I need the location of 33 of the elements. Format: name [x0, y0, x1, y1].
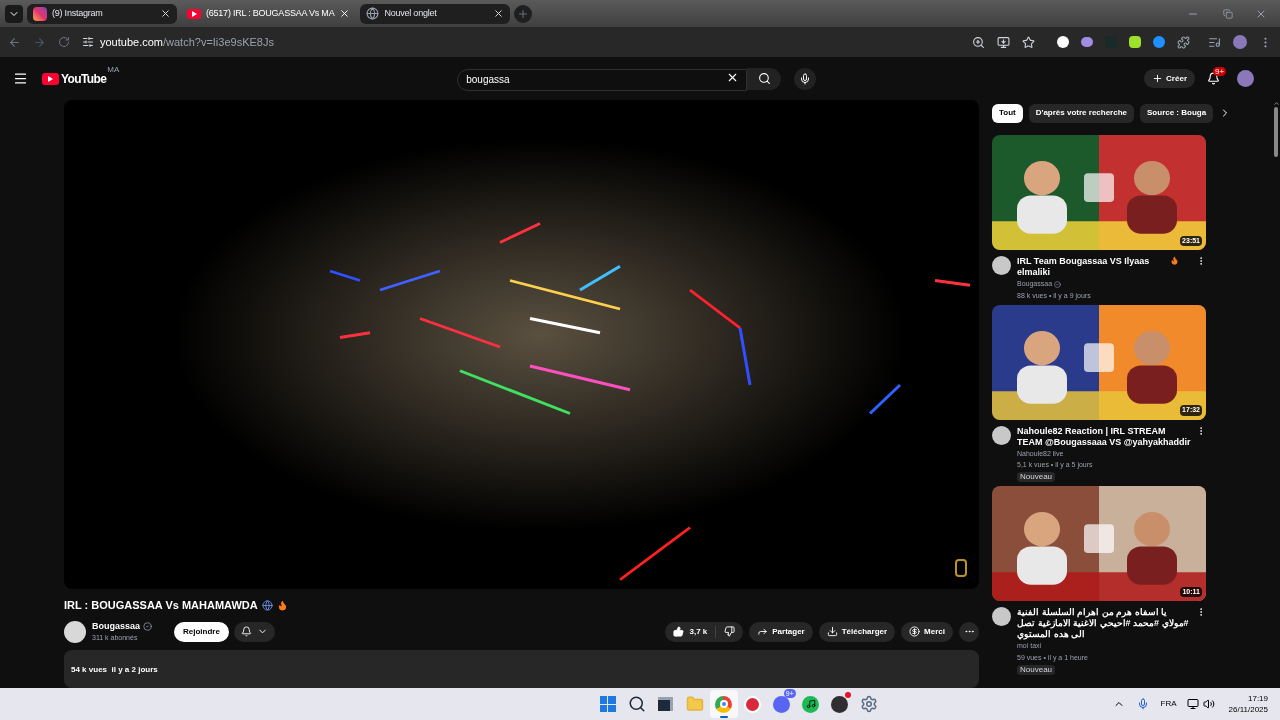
region-code: MA [107, 64, 120, 76]
view-count: 54 k vues il y a 2 jours [71, 664, 158, 674]
language-indicator[interactable]: FRA [1160, 698, 1177, 710]
video-title[interactable]: Nahoule82 Reaction | IRL STREAM TEAM @Bougassaaa VS @yahyakhaddir [1017, 425, 1193, 448]
action-button[interactable]: Télécharger [818, 621, 896, 642]
notification-badge: 9+ [1213, 67, 1227, 76]
video-title[interactable]: IRL Team Bougassaa VS Ilyaas elmaliki [1017, 256, 1167, 278]
tab-title: (9) Instagram [52, 6, 104, 20]
url-text[interactable]: youtube.com/watch?v=Ii3e9sKE8Js [100, 33, 274, 51]
search-field[interactable]: bougassa [457, 68, 748, 91]
tab-title: Nouvel onglet [384, 6, 438, 20]
date-text: 26/11/2025 [1228, 704, 1268, 715]
create-button[interactable]: Créer [1144, 69, 1195, 88]
filter-chip[interactable]: Tout [992, 103, 1023, 123]
new-badge: Nouveau [1017, 664, 1056, 675]
like-button[interactable]: 3,7 k [665, 625, 717, 638]
tab-title: (6517) IRL : BOUGASSAA Vs MA [206, 6, 335, 20]
browser-tab[interactable]: (9) Instagram [27, 3, 177, 24]
filter-chip[interactable]: Source : Bouga [1140, 103, 1214, 123]
time-text: 17:19 [1248, 693, 1268, 704]
video-title[interactable]: يا اسفاه هرم من اهرام السلسلة الفنية #مولاي #محمد #احيحي الاغنية الامازغية تصل الى هده المستوي [1017, 607, 1193, 640]
browser-tab[interactable]: Nouvel onglet [360, 3, 511, 24]
channel-name[interactable]: Bougassaa [92, 619, 141, 634]
description-box[interactable]: 54 k vues il y a 2 jours [64, 649, 979, 688]
browser-tab[interactable]: (6517) IRL : BOUGASSAA Vs MA [181, 3, 357, 24]
action-button[interactable]: Merci [901, 621, 953, 642]
action-button[interactable]: Partager [749, 621, 813, 642]
logo-wordmark: YouTube [61, 70, 107, 88]
clock[interactable]: 17:19 26/11/2025 [1228, 693, 1268, 715]
video-title: IRL : BOUGASSAA Vs MAHAMAWDA [64, 598, 258, 614]
join-button[interactable]: Rejoindre [174, 621, 229, 642]
new-badge: Nouveau [1017, 472, 1056, 482]
filter-chip[interactable]: D'après votre recherche [1028, 103, 1134, 123]
